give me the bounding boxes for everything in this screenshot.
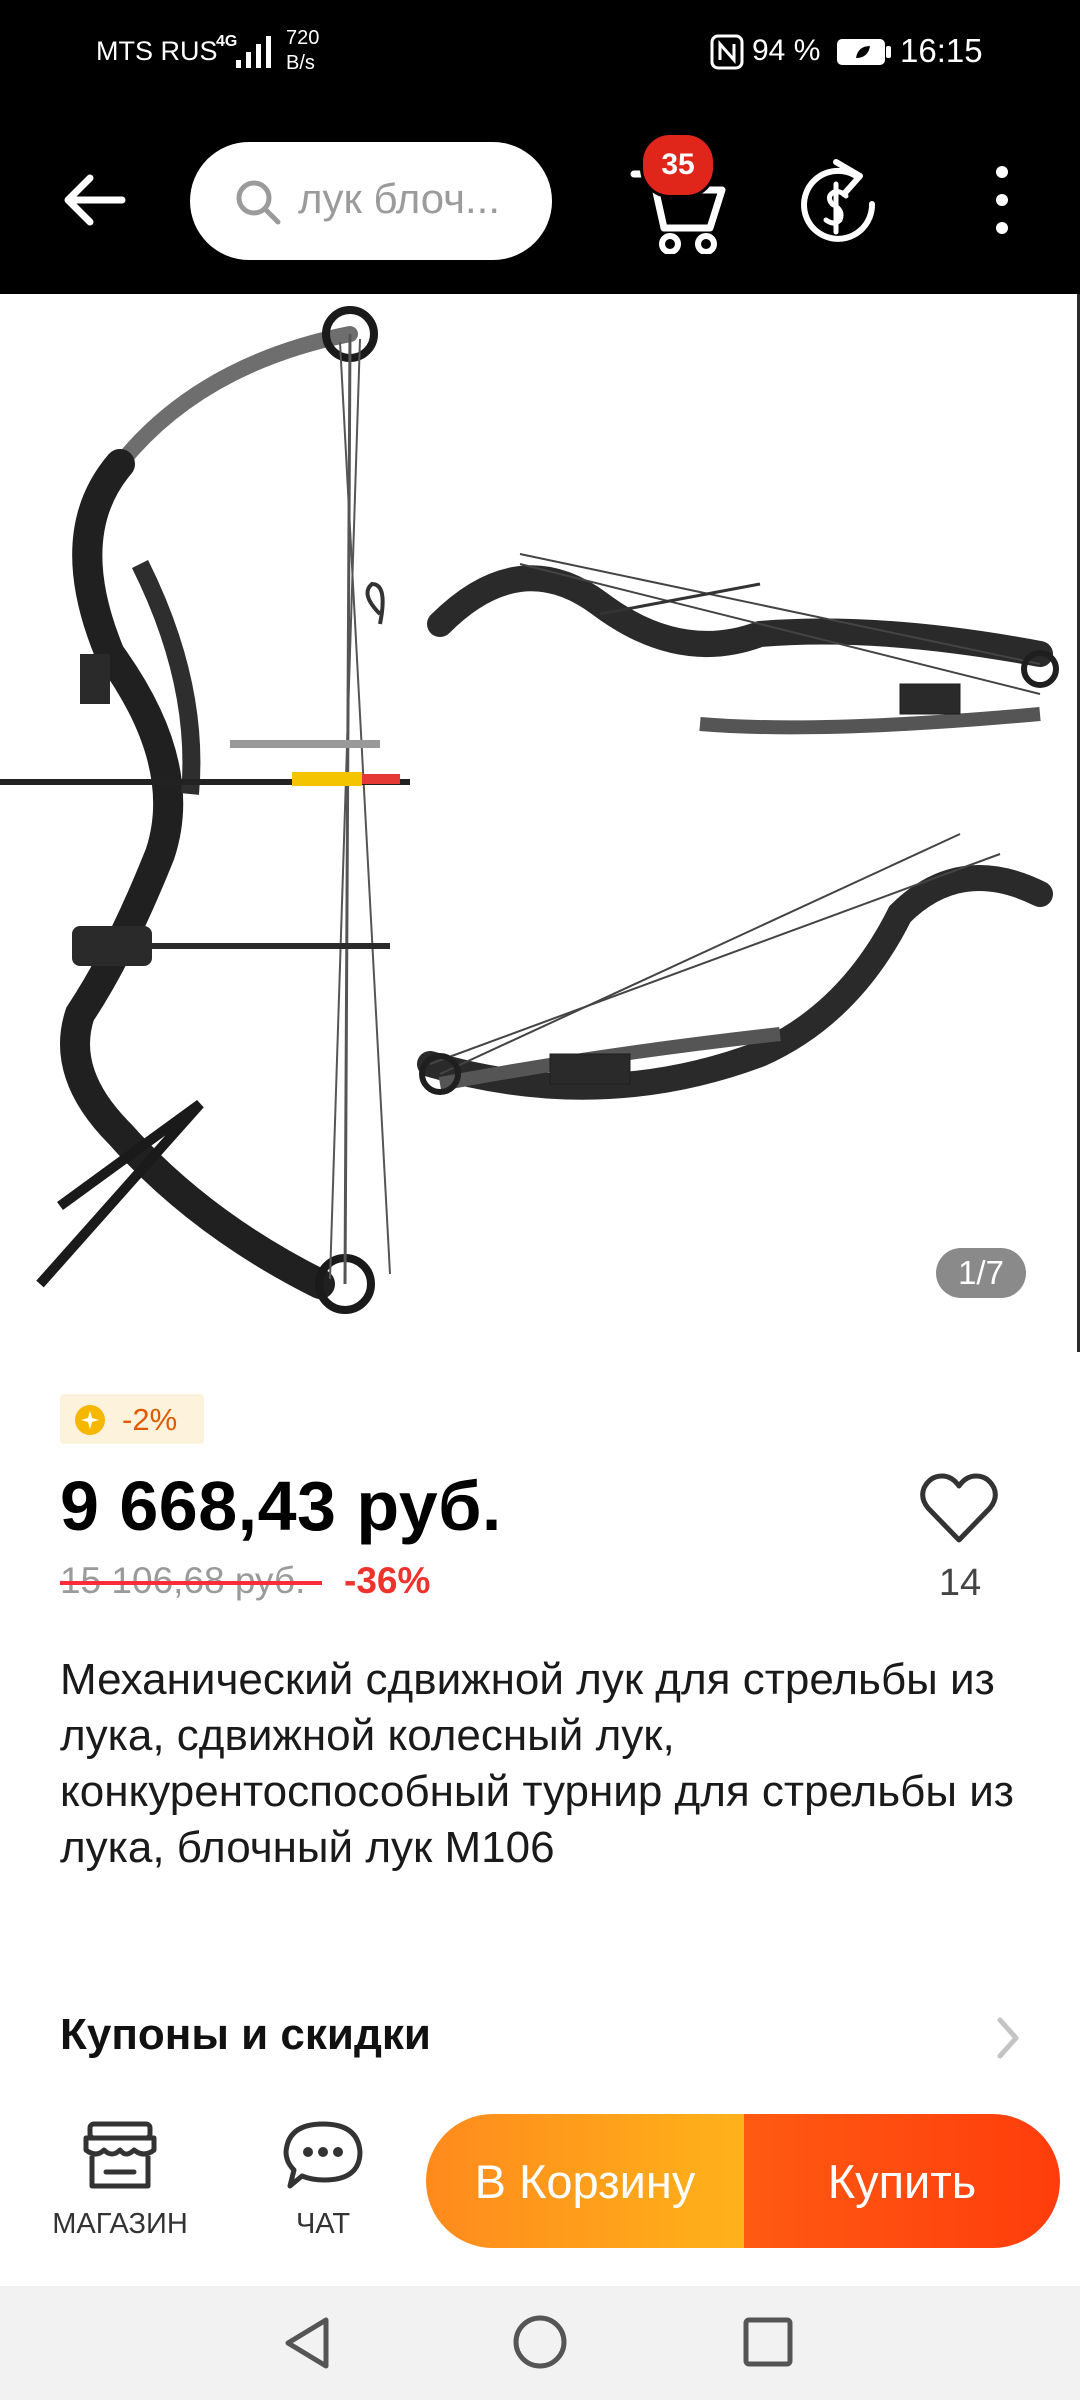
bottom-action-bar: МАГАЗИН ЧАТ В Корзину Купить [0,2090,1080,2286]
more-vertical-icon[interactable] [984,160,1020,240]
search-query-text: лук блоч... [298,175,501,222]
discount-percent: -36% [344,1560,431,1601]
clock: 16:15 [900,32,983,69]
chevron-right-icon [997,2017,1019,2059]
store-icon [83,2121,157,2189]
cart-count-badge: 35 [640,132,716,198]
favorites-count: 14 [938,1562,982,1604]
battery-percent: 94 % [752,34,821,67]
image-counter: 1/7 [936,1248,1026,1298]
add-to-cart-button[interactable]: В Корзину [426,2114,744,2248]
coin-discount-badge: -2% [60,1394,204,1444]
nav-back-icon[interactable] [282,2314,334,2372]
store-label: МАГАЗИН [52,2208,188,2240]
status-bar: MTS RUS 4G 720 B/s 94 % 16:15 [0,0,1080,104]
nav-home-icon[interactable] [512,2314,568,2370]
chat-button[interactable]: ЧАТ [260,2120,390,2250]
coupons-row[interactable]: Купоны и скидки [0,2000,1080,2080]
product-price: 9 668,43 руб. [60,1467,502,1545]
heart-icon[interactable] [918,1470,1000,1546]
compound-bow-image [0,306,1059,1314]
carrier-label: MTS RUS [96,36,218,66]
old-price-strikethrough [60,1581,322,1585]
network-speed-unit: B/s [286,52,315,74]
search-input[interactable]: лук блоч... [190,142,552,260]
system-navigation-bar [0,2286,1080,2400]
coin-icon [75,1405,105,1435]
top-app-bar: лук блоч... 35 [0,104,1080,294]
share-dollar-icon[interactable] [796,154,880,246]
product-title: Механический сдвижной лук для стрельбы и… [60,1655,1014,1872]
back-arrow-icon[interactable] [54,160,134,240]
buy-now-button[interactable]: Купить [744,2114,1060,2248]
nav-recents-icon[interactable] [742,2316,794,2368]
chat-label: ЧАТ [295,2208,351,2240]
product-image-gallery[interactable]: 1/7 [0,294,1080,1352]
coin-discount-text: -2% [122,1402,178,1437]
network-type-label: 4G [216,33,238,50]
search-icon [236,180,281,225]
network-speed: 720 B/s [286,26,319,76]
chat-bubble-icon [283,2121,363,2189]
store-button[interactable]: МАГАЗИН [40,2120,210,2250]
nfc-icon [710,34,744,70]
network-speed-value: 720 [286,27,320,49]
signal-icon [236,36,271,68]
coupons-label: Купоны и скидки [60,2010,431,2059]
battery-icon [837,39,891,65]
